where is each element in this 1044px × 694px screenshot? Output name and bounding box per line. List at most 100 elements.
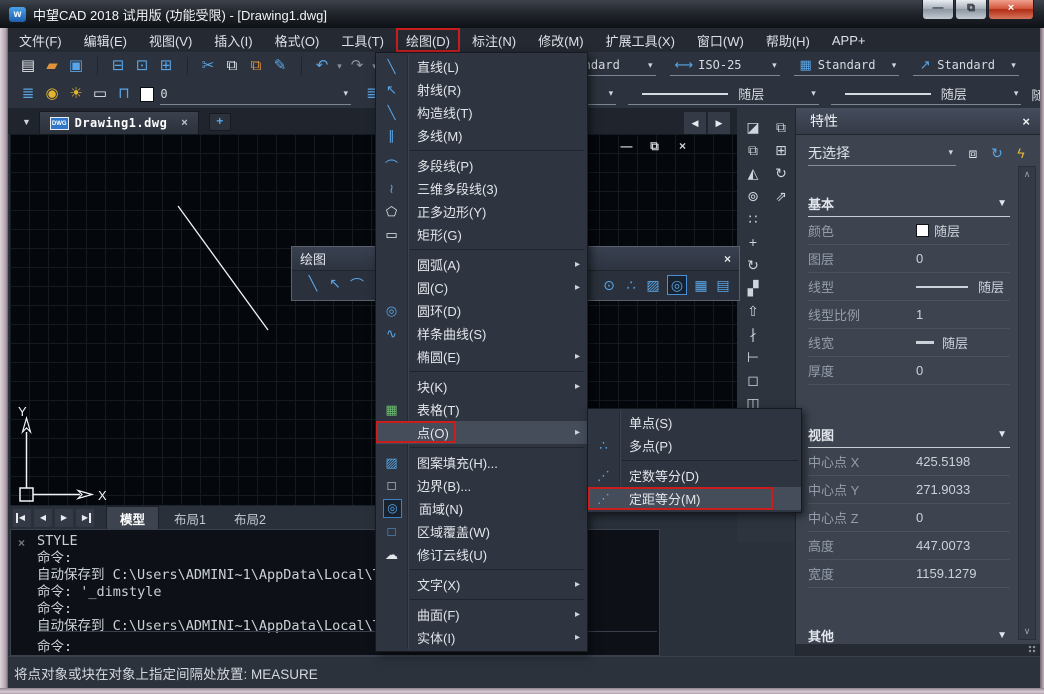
chevron-down-icon[interactable]: ▾	[892, 60, 897, 71]
menu-item[interactable]	[376, 147, 587, 154]
section-other[interactable]: 其他 ▼	[808, 626, 1010, 644]
move-copy-icon[interactable]: ⇗	[769, 185, 793, 208]
layer-lock-icon[interactable]: ⊓	[112, 81, 136, 107]
menu-file[interactable]: 文件(F)	[8, 28, 73, 53]
property-row[interactable]: 图层 0	[808, 245, 1010, 273]
menu-tools[interactable]: 工具(T)	[330, 28, 395, 53]
menu-item-divide[interactable]: ⋰ 定数等分(D)	[588, 464, 801, 487]
chevron-down-icon[interactable]: ▾	[948, 147, 953, 158]
property-row[interactable]: 中心点 X 425.5198	[808, 448, 1010, 476]
menu-item-rectangle[interactable]: ▭ 矩形(G)	[376, 223, 587, 246]
menu-item[interactable]	[376, 566, 587, 573]
menu-item-arc[interactable]: 圆弧(A) ▸	[376, 253, 587, 276]
chevron-down-icon[interactable]: ▾	[1011, 60, 1016, 71]
tab-model[interactable]: 模型	[106, 506, 159, 530]
close-icon[interactable]: ×	[724, 252, 731, 266]
menu-item-ellipse[interactable]: 椭圆(E) ▸	[376, 345, 587, 368]
open-icon[interactable]: ▰	[40, 53, 64, 79]
document-tab[interactable]: DWG Drawing1.dwg ×	[39, 111, 199, 134]
rotate-copy-icon[interactable]: ↻	[769, 162, 793, 185]
section-basic[interactable]: 基本 ▼	[808, 194, 1010, 217]
select-objects-icon[interactable]: ϟ	[1012, 145, 1030, 162]
menu-item-table[interactable]: ▦ 表格(T)	[376, 398, 587, 421]
menu-item-polyline[interactable]: ⌒ 多段线(P)	[376, 154, 587, 177]
properties-scrollbar[interactable]: ∧ ∨	[1018, 166, 1036, 640]
property-row[interactable]: 厚度 0	[808, 357, 1010, 385]
menu-edit[interactable]: 编辑(E)	[73, 28, 138, 53]
donut-tool-icon[interactable]: ⊙	[598, 277, 620, 294]
menu-app[interactable]: APP+	[821, 30, 877, 51]
properties-header[interactable]: 特性 ×	[796, 108, 1040, 135]
line-tool-icon[interactable]: ╲	[302, 275, 324, 295]
print-icon[interactable]: ⊟	[106, 53, 130, 79]
menu-item-multiline[interactable]: ∥ 多线(M)	[376, 124, 587, 147]
property-row[interactable]: 颜色 随层	[808, 217, 1010, 245]
erase-icon[interactable]: ◪	[741, 116, 765, 139]
chevron-down-icon[interactable]: ▾	[648, 60, 653, 71]
move-icon[interactable]: +	[741, 231, 765, 254]
section-view[interactable]: 视图 ▼	[808, 425, 1010, 448]
match-properties-icon[interactable]: ✎	[268, 53, 292, 79]
menu-item-revision-cloud[interactable]: ☁ 修订云线(U)	[376, 543, 587, 566]
menu-item-measure[interactable]: ⋰ 定距等分(M)	[588, 487, 801, 510]
menu-item-text[interactable]: 文字(X) ▸	[376, 573, 587, 596]
region-tool-icon[interactable]: ◎	[667, 275, 687, 295]
menu-item-boundary[interactable]: □ 边界(B)...	[376, 474, 587, 497]
close-icon[interactable]: ×	[1022, 114, 1030, 129]
print-preview-icon[interactable]: ⊡	[130, 53, 154, 79]
scroll-down-icon[interactable]: ∨	[1019, 626, 1035, 637]
child-restore-button[interactable]: ⧉	[646, 139, 663, 154]
property-row[interactable]: 宽度 1159.1279	[808, 560, 1010, 588]
menu-item-surface[interactable]: 曲面(F) ▸	[376, 603, 587, 626]
menu-item-donut[interactable]: ◎ 圆环(D)	[376, 299, 587, 322]
plotstyle-combo[interactable]: 随层	[1031, 85, 1040, 104]
menu-item-construction-line[interactable]: ╲ 构造线(T)	[376, 101, 587, 124]
print-export-icon[interactable]: ⊞	[154, 53, 178, 79]
chevron-down-icon[interactable]: ▾	[1014, 88, 1019, 99]
close-button[interactable]: ×	[988, 0, 1034, 20]
lineweight-combo[interactable]: 随层 ▾	[831, 84, 1022, 105]
menu-modify[interactable]: 修改(M)	[527, 28, 595, 53]
offset-icon[interactable]: ⊚	[741, 185, 765, 208]
layer-combo[interactable]: 0 ▾	[160, 84, 351, 105]
close-icon[interactable]: ×	[181, 117, 187, 129]
toolbar-icon[interactable]	[88, 57, 98, 75]
menu-item[interactable]	[376, 246, 587, 253]
child-minimize-button[interactable]: —	[618, 139, 635, 154]
collapse-icon[interactable]: ▼	[997, 630, 1007, 641]
table-style-combo[interactable]: ▦ Standard ▾	[794, 55, 900, 76]
copy-icon[interactable]: ⧉	[220, 53, 244, 79]
close-icon[interactable]: ×	[18, 536, 25, 550]
minimize-button[interactable]: —	[922, 0, 954, 20]
menu-item-spline[interactable]: ∿ 样条曲线(S)	[376, 322, 587, 345]
property-row[interactable]: 线型 随层	[808, 273, 1010, 301]
menu-item-hatch[interactable]: ▨ 图案填充(H)...	[376, 451, 587, 474]
new-file-icon[interactable]: ▤	[16, 53, 40, 79]
stretch-icon[interactable]: ⇧	[741, 300, 765, 323]
toolbar-icon[interactable]	[178, 57, 188, 75]
property-row[interactable]: 线宽 随层	[808, 329, 1010, 357]
toolbar-icon[interactable]	[292, 57, 302, 75]
chevron-down-icon[interactable]: ▾	[343, 88, 348, 99]
chevron-down-icon[interactable]: ▾	[772, 60, 777, 71]
mirror-icon[interactable]: ◭	[741, 162, 765, 185]
layer-properties-icon[interactable]: ≣	[16, 81, 40, 107]
menu-item[interactable]	[588, 457, 801, 464]
paste-block-icon[interactable]: ⊞	[769, 139, 793, 162]
menu-draw[interactable]: 绘图(D)	[395, 28, 461, 53]
tab-layout2[interactable]: 布局2	[221, 507, 279, 530]
property-row[interactable]: 中心点 Z 0	[808, 504, 1010, 532]
selection-combo[interactable]: 无选择 ▾	[808, 141, 956, 166]
array-icon[interactable]: ∷	[741, 208, 765, 231]
save-icon[interactable]: ▣	[64, 53, 88, 79]
layer-freeze-icon[interactable]: ☀	[64, 81, 88, 107]
layer-new-icon[interactable]: ▭	[88, 81, 112, 107]
menu-item-region[interactable]: ◎ 面域(N)	[376, 497, 587, 520]
cut-icon[interactable]: ✂	[196, 53, 220, 79]
menu-insert[interactable]: 插入(I)	[203, 28, 263, 53]
collapse-icon[interactable]: ▼	[997, 429, 1007, 440]
menu-item[interactable]	[376, 596, 587, 603]
paste-icon[interactable]: ⧉	[244, 53, 268, 79]
toggle-pickadd-icon[interactable]: ↻	[988, 145, 1006, 162]
next-layout-icon[interactable]: ▶	[55, 509, 73, 527]
